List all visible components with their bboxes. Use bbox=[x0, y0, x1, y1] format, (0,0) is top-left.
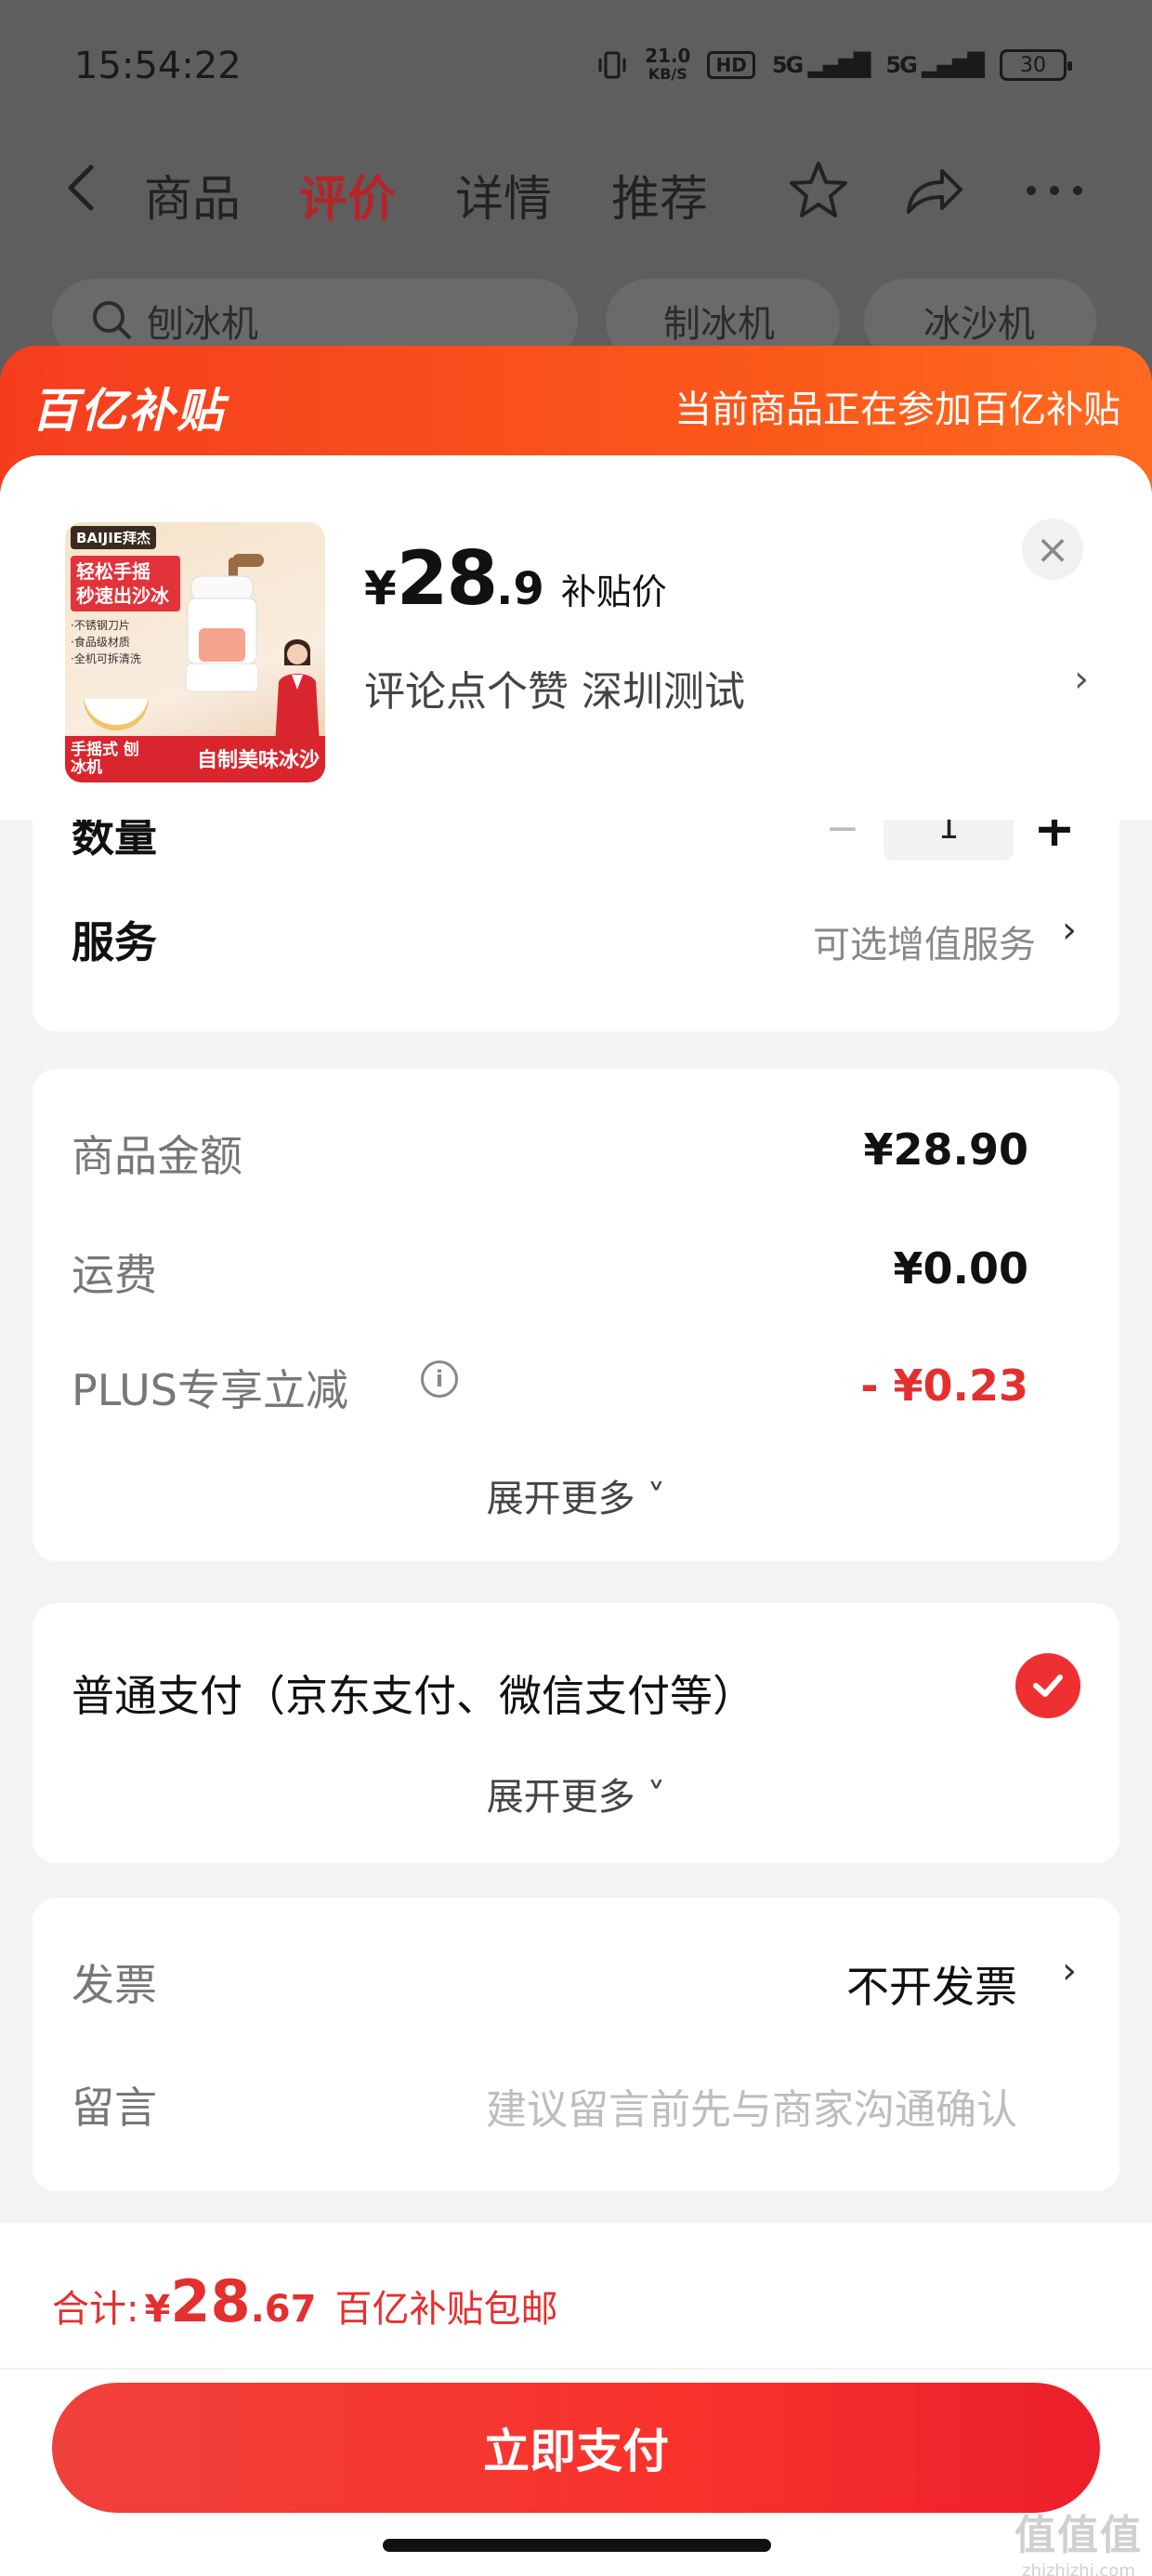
vibrate-icon bbox=[598, 51, 626, 79]
thumb-bottom-right: 自制美味冰沙 bbox=[196, 749, 320, 772]
star-icon[interactable] bbox=[786, 158, 851, 223]
net-speed-value: 21.0 bbox=[645, 45, 691, 67]
spec-text: 评论点个赞 深圳测试 bbox=[364, 668, 745, 716]
expand-more-link[interactable]: 展开更多 ˅ bbox=[33, 1767, 1119, 1820]
invoice-label: 发票 bbox=[72, 1960, 157, 2010]
thumb-bottom-left: 手摇式 刨冰机 bbox=[71, 741, 139, 777]
expand-more-link[interactable]: 展开更多 ˅ bbox=[33, 1468, 1119, 1522]
subsidy-price: ¥ 28 .9 补贴价 bbox=[364, 535, 667, 622]
tab-recommend[interactable]: 推荐 bbox=[611, 160, 708, 230]
search-query: 刨冰机 bbox=[147, 303, 258, 346]
amount-value: ¥28.90 bbox=[863, 1124, 1028, 1175]
pay-now-button[interactable]: 立即支付 bbox=[52, 2383, 1100, 2513]
tab-product[interactable]: 商品 bbox=[144, 160, 241, 230]
close-icon: × bbox=[1035, 525, 1070, 573]
product-thumbnail[interactable]: BAIJIE拜杰 轻松手摇 秒速出沙冰 ·不锈钢刀片 ·食品级材质 ·全机可拆清… bbox=[65, 522, 325, 782]
share-icon[interactable] bbox=[901, 158, 966, 223]
payment-method-card: 普通支付（京东支付、微信支付等） 展开更多 ˅ bbox=[33, 1603, 1119, 1863]
amount-label: 商品金额 bbox=[72, 1131, 242, 1181]
note-input[interactable]: 建议留言前先与商家沟通确认 bbox=[486, 2076, 1017, 2136]
search-row: 刨冰机 制冰机 冰沙机 bbox=[0, 279, 1152, 362]
product-nav-bar: 商品 评价 详情 推荐 bbox=[0, 139, 1152, 242]
checkmark-icon bbox=[1033, 1675, 1063, 1697]
divider bbox=[0, 2368, 1152, 2370]
signal-icon: 5G ▂▄▆█ bbox=[885, 52, 985, 78]
battery-icon: 30 bbox=[1000, 49, 1072, 81]
shipping-label: 运费 bbox=[72, 1250, 157, 1300]
order-total: 合计: ¥ 28 .67 百亿补贴包邮 bbox=[52, 2267, 557, 2335]
shaved-ice-bowl bbox=[84, 699, 149, 730]
subsidy-note: 当前商品正在参加百亿补贴 bbox=[674, 388, 1120, 431]
payment-method-label[interactable]: 普通支付（京东支付、微信支付等） bbox=[72, 1663, 755, 1724]
thumb-brand: BAIJIE拜杰 bbox=[71, 526, 157, 549]
price-decimal: .9 bbox=[496, 563, 544, 615]
thumb-points: ·不锈钢刀片 ·食品级材质 ·全机可拆清洗 bbox=[71, 617, 141, 667]
note-label: 留言 bbox=[72, 2083, 157, 2133]
close-button[interactable]: × bbox=[1022, 519, 1083, 580]
signal-2-label: 5G bbox=[885, 52, 917, 78]
product-summary: BAIJIE拜杰 轻松手摇 秒速出沙冰 ·不锈钢刀片 ·食品级材质 ·全机可拆清… bbox=[0, 455, 1152, 820]
total-symbol: ¥ bbox=[144, 2288, 171, 2331]
plus-discount-value: - ¥0.23 bbox=[860, 1360, 1028, 1411]
thumb-point: ·食品级材质 bbox=[71, 636, 130, 649]
tab-details[interactable]: 详情 bbox=[455, 160, 552, 230]
net-speed-unit: KB/S bbox=[648, 65, 687, 83]
thumb-slogan: 轻松手摇 秒速出沙冰 bbox=[71, 556, 180, 611]
watermark-url: zhizhizhi.com bbox=[1022, 2561, 1135, 2576]
search-icon bbox=[93, 301, 132, 340]
checkout-footer: 合计: ¥ 28 .67 百亿补贴包邮 立即支付 值值值 zhizhizhi.c… bbox=[0, 2223, 1152, 2576]
chevron-right-icon: › bbox=[1074, 658, 1089, 701]
shipping-value: ¥0.00 bbox=[893, 1243, 1028, 1294]
watermark: 值值值 zhizhizhi.com bbox=[1015, 2502, 1143, 2576]
check-icon[interactable] bbox=[1015, 1653, 1080, 1718]
subsidy-logo: 百亿补贴 bbox=[32, 384, 225, 438]
thumb-point: ·不锈钢刀片 bbox=[71, 619, 130, 632]
service-label: 服务 bbox=[72, 917, 157, 967]
signal-icon: 5G ▂▄▆█ bbox=[771, 52, 871, 78]
back-arrow-icon[interactable] bbox=[58, 160, 104, 216]
amount-breakdown-card: 商品金额 ¥28.90 运费 ¥0.00 PLUS专享立减 - ¥0.23 i … bbox=[33, 1069, 1119, 1561]
chevron-right-icon[interactable]: › bbox=[1062, 1950, 1077, 1992]
invoice-note-card: 发票 不开发票 › 留言 建议留言前先与商家沟通确认 bbox=[33, 1898, 1119, 2191]
selected-spec[interactable]: 评论点个赞 深圳测试 › bbox=[364, 658, 1089, 717]
watermark-logo: 值值值 bbox=[1015, 2512, 1143, 2559]
total-note: 百亿补贴包邮 bbox=[334, 2288, 558, 2331]
service-value[interactable]: 可选增值服务 bbox=[813, 914, 1036, 968]
tab-reviews[interactable]: 评价 bbox=[299, 160, 396, 230]
status-bar: 15:54:22 21.0 KB/S HD 5G ▂▄▆█ 5G ▂▄▆█ 30 bbox=[0, 0, 1152, 139]
total-label: 合计: bbox=[52, 2288, 139, 2331]
more-icon[interactable] bbox=[1022, 158, 1087, 223]
total-decimal: .67 bbox=[250, 2288, 317, 2331]
ice-shaver-image bbox=[185, 554, 264, 692]
chevron-right-icon[interactable]: › bbox=[1062, 909, 1077, 952]
signal-1-label: 5G bbox=[771, 52, 804, 78]
system-icons: 21.0 KB/S HD 5G ▂▄▆█ 5G ▂▄▆█ 30 bbox=[596, 46, 1072, 84]
hd-icon: HD bbox=[707, 51, 755, 79]
plus-discount-label: PLUS专享立减 bbox=[72, 1365, 348, 1415]
home-indicator[interactable] bbox=[383, 2539, 771, 2552]
thumb-point: ·全机可拆清洗 bbox=[71, 652, 141, 665]
info-icon[interactable]: i bbox=[421, 1360, 458, 1398]
spokesperson-image bbox=[275, 639, 320, 745]
net-speed: 21.0 KB/S bbox=[645, 46, 690, 84]
total-integer: 28 bbox=[170, 2267, 251, 2335]
price-integer: 28 bbox=[396, 535, 498, 622]
price-symbol: ¥ bbox=[364, 561, 397, 615]
status-time: 15:54:22 bbox=[74, 45, 242, 87]
invoice-value[interactable]: 不开发票 bbox=[846, 1953, 1017, 2015]
price-tag: 补贴价 bbox=[560, 572, 667, 612]
